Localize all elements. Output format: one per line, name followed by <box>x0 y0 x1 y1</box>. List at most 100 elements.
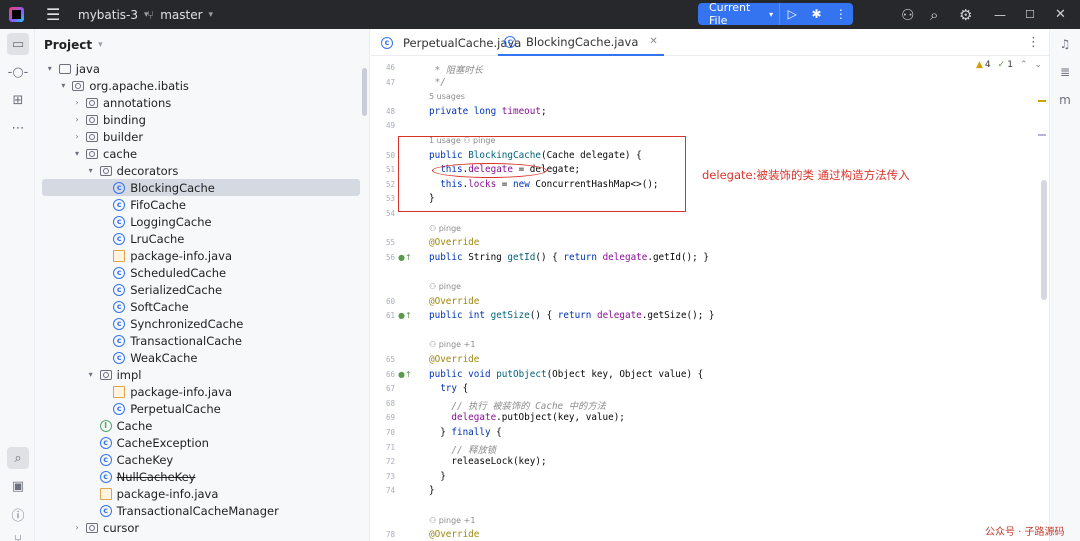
code-editor[interactable]: 46 * 阻塞时长 47 */ 5 usages 48 private long tim… <box>371 56 1049 541</box>
app-logo-icon[interactable] <box>9 0 24 29</box>
chevron-down-icon[interactable]: ▾ <box>86 166 96 175</box>
project-panel-header[interactable]: Project ▾ <box>44 38 103 52</box>
project-scrollbar[interactable] <box>362 68 367 116</box>
tree-item[interactable]: ▾ java <box>42 60 360 77</box>
tree-item[interactable]: › annotations <box>42 94 360 111</box>
tree-item[interactable]: c LruCache <box>42 230 360 247</box>
override-gutter-icon[interactable]: ●↑ <box>398 370 412 379</box>
chevron-right-icon[interactable]: › <box>72 98 82 107</box>
chevron-down-icon[interactable]: ▾ <box>58 81 68 90</box>
project-tool-icon[interactable]: ▭ <box>7 33 29 55</box>
chevron-right-icon[interactable]: › <box>72 523 82 532</box>
close-icon[interactable]: ✕ <box>1055 0 1066 29</box>
code-line[interactable]: } finally { <box>429 427 502 438</box>
structure-tool-icon[interactable]: ⊞ <box>7 89 29 111</box>
code-line[interactable]: @Override <box>429 296 479 307</box>
problems-tool-icon[interactable]: ⓘ <box>7 503 29 525</box>
tree-item[interactable]: I Cache <box>42 417 360 434</box>
notifications-icon[interactable]: ♫ <box>1056 35 1074 53</box>
tree-item[interactable]: c ScheduledCache <box>42 264 360 281</box>
more-tools-icon[interactable]: ⋯ <box>7 117 29 139</box>
tree-item[interactable]: › cursor <box>42 519 360 536</box>
debug-icon[interactable]: ✱ <box>804 3 828 25</box>
maven-icon[interactable]: m <box>1056 91 1074 109</box>
commit-tool-icon[interactable]: -○- <box>7 61 29 83</box>
tree-item[interactable]: package-info.java <box>42 383 360 400</box>
chevron-up-icon[interactable]: ⌃ <box>1020 60 1028 70</box>
code-line[interactable]: @Override <box>429 529 479 540</box>
database-icon[interactable]: ≣ <box>1056 63 1074 81</box>
add-user-icon[interactable]: ⚇ <box>901 0 914 29</box>
tab-blocking-cache[interactable]: c BlockingCache.java ✕ <box>498 29 664 56</box>
tree-item[interactable]: c TransactionalCache <box>42 332 360 349</box>
tree-item[interactable]: ▾ cache <box>42 145 360 162</box>
chevron-down-icon[interactable]: ▾ <box>72 149 82 158</box>
editor-scrollbar[interactable] <box>1041 180 1047 300</box>
chevron-right-icon[interactable]: › <box>72 132 82 141</box>
code-line[interactable]: private long timeout; <box>429 106 547 117</box>
tab-options-icon[interactable]: ⋮ <box>1027 35 1040 50</box>
maximize-icon[interactable]: ☐ <box>1025 0 1035 29</box>
tree-item[interactable]: c CacheException <box>42 434 360 451</box>
tree-item[interactable]: c SynchronizedCache <box>42 315 360 332</box>
main-menu-icon[interactable]: ☰ <box>46 0 60 29</box>
chevron-down-icon[interactable]: ▾ <box>45 64 55 73</box>
run-icon[interactable]: ▷ <box>780 3 804 25</box>
tree-item[interactable]: c TransactionalCacheManager <box>42 502 360 519</box>
code-line[interactable]: // 执行 被装饰的 Cache 中的方法 <box>429 398 606 412</box>
tree-item[interactable]: c FifoCache <box>42 196 360 213</box>
usage-marker[interactable] <box>1038 134 1046 136</box>
code-line[interactable]: releaseLock(key); <box>429 456 546 467</box>
chevron-down-icon[interactable]: ⌄ <box>1034 60 1042 70</box>
code-vision-hint[interactable]: ⚇ pinge <box>429 224 461 233</box>
code-line[interactable]: @Override <box>429 354 479 365</box>
tree-item[interactable]: c SoftCache <box>42 298 360 315</box>
more-actions-icon[interactable]: ⋮ <box>829 3 853 25</box>
override-gutter-icon[interactable]: ●↑ <box>398 311 412 320</box>
override-gutter-icon[interactable]: ●↑ <box>398 253 412 262</box>
tree-item[interactable]: c NullCacheKey <box>42 468 360 485</box>
tree-item[interactable]: ▾ impl <box>42 366 360 383</box>
code-line[interactable]: } <box>429 471 446 482</box>
tree-item[interactable]: c PerpetualCache <box>42 400 360 417</box>
find-tool-icon[interactable]: ⌕ <box>7 447 29 469</box>
branch-selector[interactable]: ⑂ master ▾ <box>147 0 213 29</box>
close-tab-icon[interactable]: ✕ <box>649 36 657 47</box>
tree-item[interactable]: c BlockingCache <box>42 179 360 196</box>
search-icon[interactable]: ⌕ <box>930 0 938 29</box>
tree-item[interactable]: c WeakCache <box>42 349 360 366</box>
code-vision-hint[interactable]: ⚇ pinge +1 <box>429 516 475 525</box>
code-line[interactable]: @Override <box>429 237 479 248</box>
code-vision-hint[interactable]: 5 usages <box>429 92 465 101</box>
tree-item[interactable]: › builder <box>42 128 360 145</box>
tree-item[interactable]: c LoggingCache <box>42 213 360 230</box>
tree-item[interactable]: c CacheKey <box>42 451 360 468</box>
tree-item[interactable]: ▾ org.apache.ibatis <box>42 77 360 94</box>
code-line[interactable]: */ <box>429 77 446 88</box>
terminal-tool-icon[interactable]: ▣ <box>7 475 29 497</box>
chevron-down-icon[interactable]: ▾ <box>86 370 96 379</box>
tree-item[interactable]: › binding <box>42 111 360 128</box>
tree-item[interactable]: package-info.java <box>42 485 360 502</box>
code-line[interactable]: public int getSize() { return delegate.g… <box>429 310 715 321</box>
code-line[interactable]: delegate.putObject(key, value); <box>429 412 625 423</box>
chevron-right-icon[interactable]: › <box>72 115 82 124</box>
code-vision-hint[interactable]: ⚇ pinge <box>429 282 461 291</box>
code-line[interactable]: try { <box>429 383 468 394</box>
code-line[interactable]: // 释放锁 <box>429 442 496 456</box>
tree-item[interactable]: c SerializedCache <box>42 281 360 298</box>
git-tool-icon[interactable]: ⑂ <box>7 529 29 541</box>
minimize-icon[interactable]: — <box>994 0 1006 29</box>
warning-marker[interactable] <box>1038 100 1046 102</box>
tree-item[interactable]: package-info.java <box>42 247 360 264</box>
settings-icon[interactable]: ⚙ <box>959 0 972 29</box>
inspection-widget[interactable]: ▲ 4 ✓ 1 ⌃ ⌄ <box>976 60 1042 70</box>
run-config-selector[interactable]: Current File ▾ <box>698 1 781 27</box>
code-line[interactable]: public String getId() { return delegate.… <box>429 252 709 263</box>
code-line[interactable]: * 阻塞时长 <box>429 62 483 76</box>
code-line[interactable]: public void putObject(Object key, Object… <box>429 369 703 380</box>
tree-item[interactable]: ▾ decorators <box>42 162 360 179</box>
code-line[interactable]: } <box>429 485 435 496</box>
project-selector[interactable]: mybatis-3 ▾ <box>78 0 149 29</box>
code-vision-hint[interactable]: ⚇ pinge +1 <box>429 340 475 349</box>
